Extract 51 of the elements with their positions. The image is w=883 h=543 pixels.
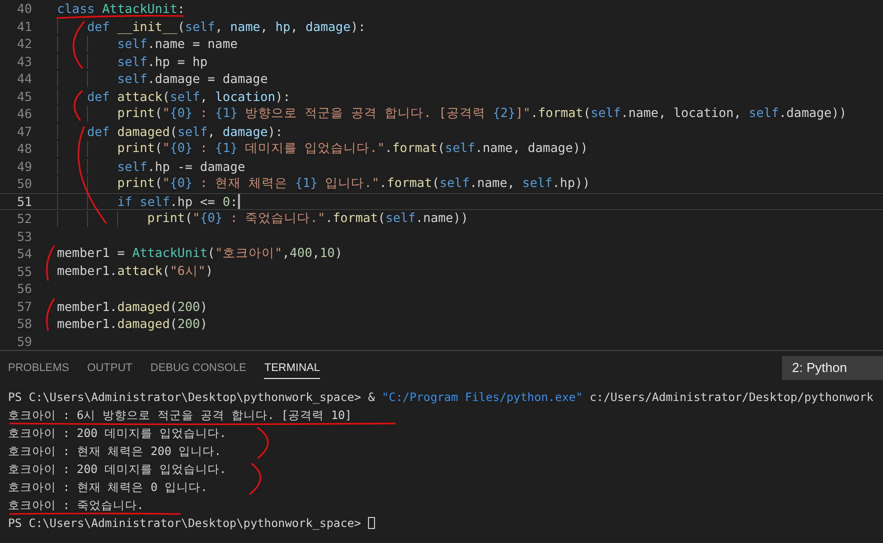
code-line: self.damage = damage: [116, 71, 268, 86]
text-cursor-icon: [238, 194, 240, 209]
code-line: print("{0} : 현재 체력은 {1} 입니다.".format(self.name, self.hp)): [116, 175, 590, 192]
line-number: 57: [16, 298, 32, 314]
code-line: member1.damaged(200): [57, 298, 208, 314]
terminal-line: 호크아이 : 6시 방향으로 적군을 공격 합니다. [공격력 10]: [8, 408, 352, 422]
code-line: member1.attack("6시"): [57, 262, 214, 280]
code-line: def attack(self, location):: [86, 88, 290, 104]
code-line: member1.damaged(200): [57, 316, 208, 332]
line-number: 42: [16, 36, 32, 52]
line-number: 45: [16, 88, 32, 104]
panel-tab[interactable]: DEBUG CONSOLE: [150, 356, 246, 379]
terminal-line: 호크아이 : 현재 체력은 0 입니다.: [8, 480, 208, 494]
line-number: 46: [16, 106, 32, 122]
line-number: 53: [16, 228, 32, 244]
line-number: 55: [16, 264, 32, 279]
line-number: 58: [16, 316, 32, 332]
line-number: 59: [16, 334, 32, 349]
code-line: class AttackUnit:: [57, 1, 185, 16]
line-number: 52: [16, 211, 32, 226]
panel-tab[interactable]: OUTPUT: [87, 356, 132, 379]
code-line: self.name = name: [116, 36, 238, 52]
code-line: member1 = AttackUnit("호크아이",400,10): [57, 245, 342, 262]
line-number: 41: [16, 18, 32, 34]
terminal-select[interactable]: 2: Python: [782, 356, 883, 380]
code-line: print("{0} : {1} 데미지를 입었습니다.".format(self.name, damage)): [116, 140, 588, 158]
line-number: 51: [16, 194, 32, 209]
code-line: print("{0} : 죽었습니다.".format(self.name)): [146, 210, 468, 228]
panel-tab[interactable]: TERMINAL: [264, 356, 320, 379]
line-number: 56: [16, 281, 32, 296]
code-line: if self.hp <= 0:: [116, 194, 238, 209]
line-number: 49: [16, 158, 32, 174]
terminal-line: 호크아이 : 현재 체력은 200 입니다.: [8, 444, 222, 458]
code-line: def __init__(self, name, hp, damage):: [86, 18, 366, 34]
panel-tab[interactable]: PROBLEMS: [8, 356, 70, 379]
line-number: 48: [16, 141, 32, 156]
line-number: 40: [16, 1, 32, 16]
terminal-line: 호크아이 : 죽었습니다.: [8, 498, 144, 512]
line-number: 50: [16, 176, 32, 192]
code-line: def damaged(self, damage):: [86, 124, 283, 139]
terminal-line: 호크아이 : 200 데미지를 입었습니다.: [8, 462, 226, 476]
line-number: 54: [16, 246, 32, 262]
terminal-line: PS C:\Users\Administrator\Desktop\pythonwork_space>: [8, 516, 362, 530]
line-number: 44: [16, 71, 32, 86]
terminal-line: 호크아이 : 200 데미지를 입었습니다.: [8, 426, 226, 440]
line-number: 47: [16, 124, 32, 139]
code-line: self.hp = hp: [116, 54, 208, 69]
code-line: print("{0} : {1} 방향으로 적군을 공격 합니다. [공격력 {2}]".format(self.name, location, self.damage)): [116, 105, 847, 122]
terminal-line: PS C:\Users\Administrator\Desktop\pythonwork_space> & "C:/Program Files/python.exe" c:/Users/Administrator/Desktop/pythonwork: [8, 390, 874, 404]
code-line: self.hp -= damage: [116, 158, 246, 174]
line-number: 43: [16, 54, 32, 69]
